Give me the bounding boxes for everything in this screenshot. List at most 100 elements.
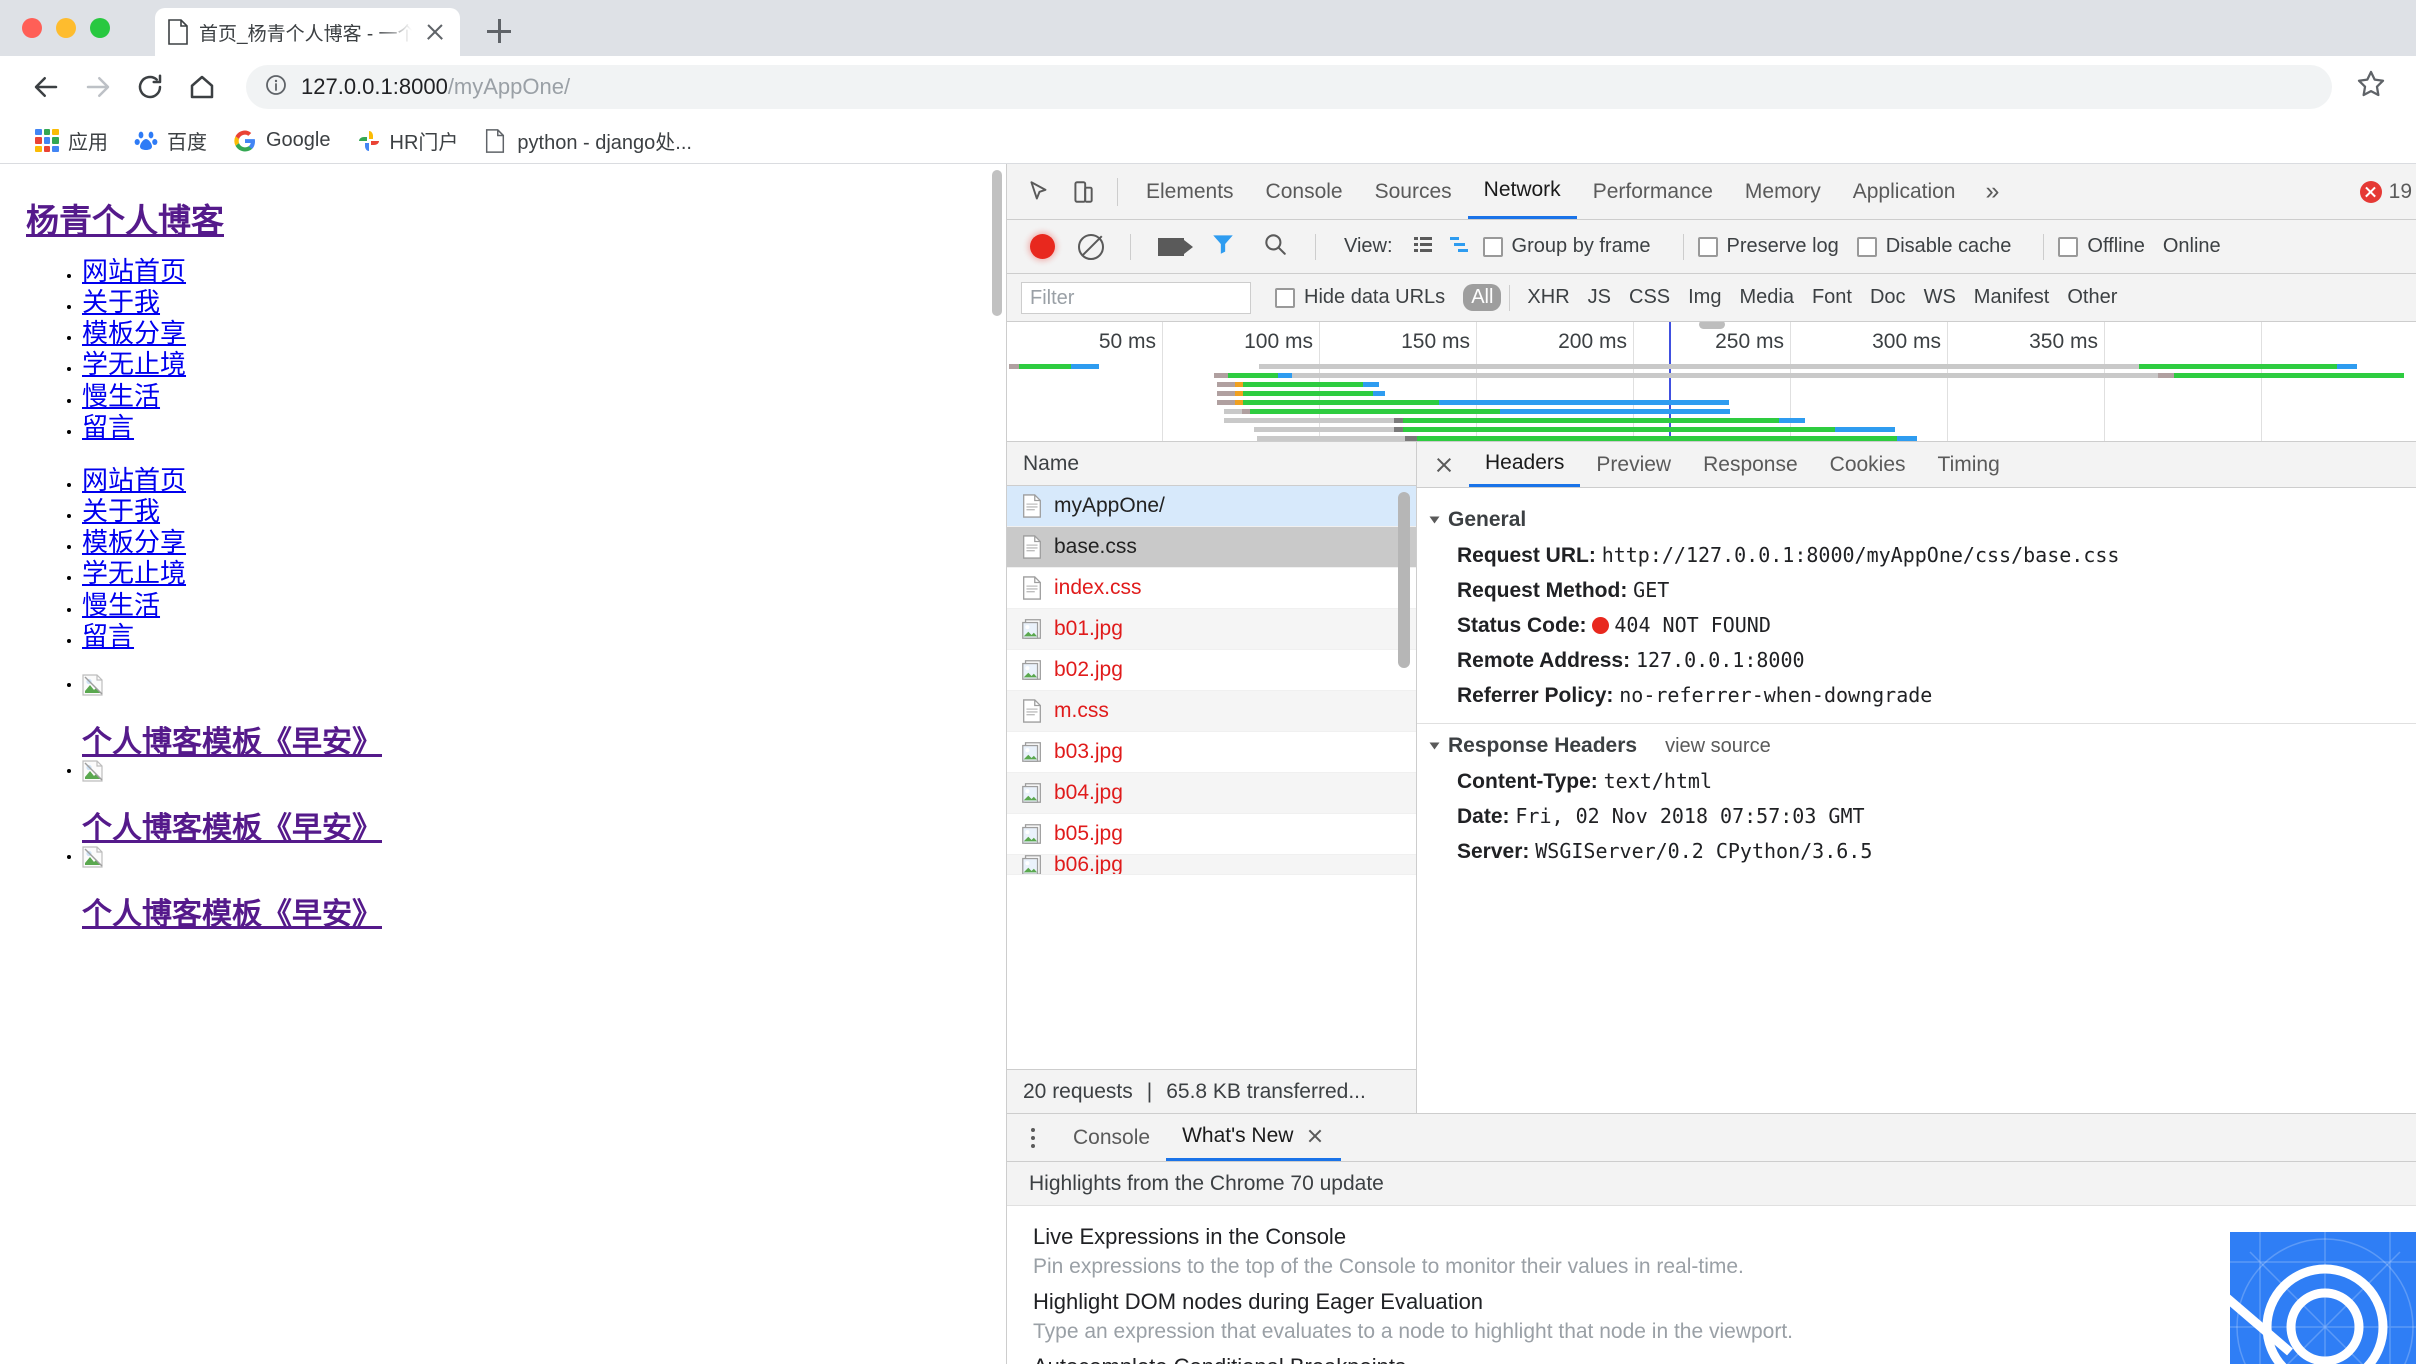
nav-link[interactable]: 网站首页 [82,465,186,495]
browser-tab[interactable]: 首页_杨青个人博客 - 一个站在web [155,8,460,56]
address-bar[interactable]: 127.0.0.1:8000/myAppOne/ [246,65,2332,109]
nav-link[interactable]: 学无止境 [82,349,186,379]
bookmark-star-icon[interactable] [2354,67,2394,107]
table-row[interactable]: b06.jpg [1007,855,1416,875]
nav-link[interactable]: 模板分享 [82,318,186,348]
filter-funnel-icon[interactable] [1210,231,1236,262]
list-item[interactable]: Live Expressions in the Console Pin expr… [1007,1214,2416,1279]
filter-type-media[interactable]: Media [1730,284,1802,311]
record-button[interactable] [1030,234,1055,259]
nav-link[interactable]: 模板分享 [82,527,186,557]
checkbox-box[interactable] [1697,236,1718,257]
close-icon[interactable] [1305,1126,1325,1146]
nav-link[interactable]: 留言 [82,412,134,442]
tab-network[interactable]: Network [1467,164,1577,219]
checkbox-box[interactable] [2058,236,2079,257]
scrollbar-thumb[interactable] [992,170,1002,316]
requests-scrollbar-thumb[interactable] [1398,492,1410,668]
checkbox-box[interactable] [1856,236,1877,257]
filter-type-other[interactable]: Other [2058,284,2126,311]
general-section-header[interactable]: General [1417,502,2416,538]
table-row[interactable]: b02.jpg [1007,650,1416,691]
table-row[interactable]: index.css [1007,568,1416,609]
clear-button[interactable] [1078,233,1104,260]
whats-new-video-thumbnail[interactable] [2230,1232,2416,1364]
list-view-icon[interactable] [1411,232,1435,261]
filter-type-all[interactable]: All [1463,284,1502,311]
back-button[interactable] [22,63,70,111]
list-item[interactable]: Autocomplete Conditional Breakpoints [1007,1344,2416,1364]
drawer-tab-whats-new[interactable]: What's New [1166,1114,1342,1161]
table-row[interactable]: b05.jpg [1007,814,1416,855]
table-row[interactable]: b04.jpg [1007,773,1416,814]
device-toolbar-icon[interactable] [1061,170,1105,214]
page-title-link[interactable]: 杨青个人博客 [26,194,224,242]
filter-type-doc[interactable]: Doc [1861,284,1915,311]
disable-cache-checkbox[interactable]: Disable cache [1856,235,2011,258]
minimize-window-button[interactable] [56,18,76,38]
new-tab-button[interactable] [476,8,522,54]
requests-column-header[interactable]: Name [1007,442,1416,486]
filter-type-manifest[interactable]: Manifest [1965,284,2059,311]
filter-type-xhr[interactable]: XHR [1518,284,1578,311]
preserve-log-checkbox[interactable]: Preserve log [1697,235,1839,258]
filter-input[interactable]: Filter [1021,281,1251,314]
checkbox-box[interactable] [1482,236,1503,257]
tab-headers[interactable]: Headers [1469,442,1581,487]
tab-preview[interactable]: Preview [1580,442,1687,487]
reload-button[interactable] [126,63,174,111]
view-source-link[interactable]: view source [1665,735,1771,758]
more-tabs-button[interactable]: » [1971,177,2013,206]
inspect-element-icon[interactable] [1017,170,1061,214]
requests-list[interactable]: myAppOne/ base.css index.css b01.jpg b02… [1007,486,1416,1069]
search-icon[interactable] [1262,231,1288,262]
bookmark-google[interactable]: Google [220,125,344,157]
tab-console[interactable]: Console [1250,164,1359,219]
filter-type-js[interactable]: JS [1579,284,1620,311]
filter-type-img[interactable]: Img [1679,284,1730,311]
hide-data-urls-checkbox[interactable]: Hide data URLs [1275,286,1445,309]
table-row[interactable]: b01.jpg [1007,609,1416,650]
filter-type-ws[interactable]: WS [1915,284,1965,311]
waterfall-view-icon[interactable] [1447,232,1471,261]
checkbox-box[interactable] [1275,287,1295,308]
article-title-link[interactable]: 个人博客模板《早安》 [82,726,1006,759]
nav-link[interactable]: 留言 [82,621,134,651]
page-scrollbar[interactable] [989,166,1004,1364]
table-row[interactable]: m.css [1007,691,1416,732]
article-title-link[interactable]: 个人博客模板《早安》 [82,812,1006,845]
article-title-link[interactable]: 个人博客模板《早安》 [82,898,1006,931]
tab-timing[interactable]: Timing [1922,442,2016,487]
filter-type-css[interactable]: CSS [1620,284,1679,311]
nav-link[interactable]: 关于我 [82,496,160,526]
capture-screenshots-icon[interactable] [1158,237,1193,256]
tab-performance[interactable]: Performance [1577,164,1729,219]
offline-checkbox[interactable]: Offline [2058,235,2145,258]
table-row[interactable]: base.css [1007,527,1416,568]
tab-response[interactable]: Response [1687,442,1814,487]
close-tab-button[interactable] [422,19,448,45]
nav-link[interactable]: 学无止境 [82,558,186,588]
tab-application[interactable]: Application [1837,164,1972,219]
filter-type-font[interactable]: Font [1803,284,1861,311]
close-details-button[interactable] [1431,452,1457,478]
list-item[interactable]: Highlight DOM nodes during Eager Evaluat… [1007,1279,2416,1344]
tab-elements[interactable]: Elements [1130,164,1250,219]
forward-button[interactable] [74,63,122,111]
maximize-window-button[interactable] [90,18,110,38]
nav-link[interactable]: 慢生活 [82,590,160,620]
bookmark-hr-portal[interactable]: HR门户 [344,122,472,159]
nav-link[interactable]: 关于我 [82,287,160,317]
drawer-tab-console[interactable]: Console [1057,1114,1166,1161]
network-overview-timeline[interactable]: 50 ms 100 ms 150 ms 200 ms 250 ms 300 ms… [1007,322,2416,442]
tab-cookies[interactable]: Cookies [1814,442,1922,487]
more-options-icon[interactable] [1021,1125,1045,1151]
nav-link[interactable]: 网站首页 [82,256,186,286]
home-button[interactable] [178,63,226,111]
close-window-button[interactable] [22,18,42,38]
bookmark-baidu[interactable]: 百度 [121,122,220,159]
error-indicator[interactable]: 19 [2359,164,2412,220]
response-headers-section-header[interactable]: Response Headers view source [1417,728,2416,764]
table-row[interactable]: b03.jpg [1007,732,1416,773]
bookmark-apps[interactable]: 应用 [22,122,121,159]
